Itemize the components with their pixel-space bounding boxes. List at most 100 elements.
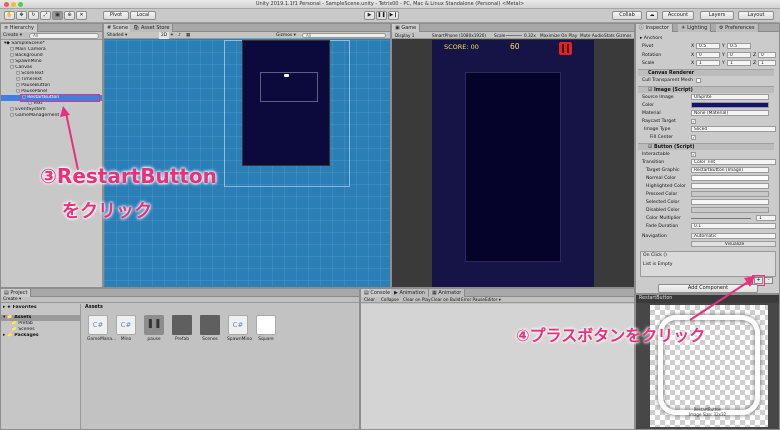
disabled-color-swatch[interactable] [691,207,769,213]
visualize-button[interactable]: Visualize [691,241,776,247]
fade-duration-field[interactable]: 0.1 [691,223,776,229]
transform-tool-icon[interactable]: ⊕ [64,11,75,20]
hierarchy-search-input[interactable]: All [29,33,99,39]
maximize-on-play-toggle[interactable]: Maximize On Play [540,32,577,39]
source-image-field[interactable]: UISprite [691,94,769,100]
tab-console[interactable]: ▤ Console [361,289,395,297]
favorites-folder[interactable]: ▸ ★ Favorites [1,305,80,311]
local-toggle[interactable]: Local [130,11,156,20]
scene-search-input[interactable]: All [302,33,386,38]
shaded-dropdown[interactable]: Shaded ▾ [107,32,127,39]
normal-color-swatch[interactable] [691,175,769,181]
pivot-y-field[interactable]: 0.5 [727,43,751,49]
tab-asset-store[interactable]: 🛍 Asset Store [130,24,174,32]
highlighted-color-swatch[interactable] [691,183,769,189]
layers-button[interactable]: Layers [700,11,734,20]
asset-item[interactable]: C# SpawnMino [227,315,252,342]
pause-button[interactable]: ❚❚ [376,11,387,20]
asset-item[interactable]: Square [255,315,277,342]
rotation-x-field[interactable]: 0 [696,52,720,58]
scale-tool-icon[interactable]: ⤢ [40,11,51,20]
custom-tool-icon[interactable]: ✕ [76,11,87,20]
move-tool-icon[interactable]: ✥ [16,11,27,20]
error-pause-toggle[interactable]: Error Pause [461,297,485,303]
button-component-header[interactable]: ☑ Button (Script) [638,143,774,150]
cloud-icon[interactable]: ☁ [646,11,658,20]
scene-lighting-icon[interactable]: ☀ [170,32,174,39]
asset-item[interactable]: Prefab [171,315,193,342]
rect-tool-icon[interactable]: ▣ [52,11,63,20]
hierarchy-create-button[interactable]: Create ▾ [3,33,22,38]
scene-gizmos-dropdown[interactable]: Gizmos ▾ [276,32,296,39]
stats-toggle[interactable]: Stats [604,32,615,39]
tab-game[interactable]: ▣ Game [392,24,421,32]
hand-tool-icon[interactable]: ✋ [4,11,15,20]
material-field[interactable]: None (Material) [691,110,769,116]
tab-hierarchy[interactable]: ≡ Hierarchy [1,24,38,32]
add-component-button[interactable]: Add Component [658,284,758,293]
game-gizmos-toggle[interactable]: Gizmos [616,32,631,39]
close-window-button[interactable] [4,2,9,7]
image-type-dropdown[interactable]: Sliced [691,126,776,132]
mute-audio-toggle[interactable]: Mute Audio [580,32,604,39]
display-dropdown[interactable]: Display 1 [395,32,414,39]
tab-preferences[interactable]: ⚙ Preferences [716,24,759,32]
rotate-tool-icon[interactable]: ↻ [28,11,39,20]
scene-audio-icon[interactable]: ♪ [178,32,181,39]
color-multiplier-slider[interactable] [691,218,751,219]
rotation-z-field[interactable]: 0 [758,52,776,58]
2d-toggle[interactable]: 2D [159,32,170,39]
editor-dropdown[interactable]: Editor ▾ [485,297,501,303]
resolution-dropdown[interactable]: SmartPhone (1080x1920) [432,32,486,39]
scene-effects-icon[interactable]: ▦ [186,32,190,39]
collapse-toggle[interactable]: Collapse [381,297,399,303]
console-clear-button[interactable]: Clear [364,297,375,303]
image-component-header[interactable]: ☑ Image (Script) [638,86,774,93]
step-button[interactable]: ▶❙ [388,11,399,20]
tab-project[interactable]: ▤ Project [1,289,32,297]
tab-lighting[interactable]: ☀ Lighting [678,24,712,32]
tab-inspector[interactable]: ⓘ Inspector [636,24,673,32]
account-button[interactable]: Account [662,11,694,20]
play-button[interactable]: ▶ [364,11,375,20]
asset-item[interactable]: ❚❚ pause [143,315,165,342]
game-panel: ▣ Game Display 1 SmartPhone (1080x1920) … [391,23,635,288]
target-graphic-field[interactable]: RestartButton (Image) [691,167,769,173]
tab-scene[interactable]: # Scene [104,24,133,32]
zoom-window-button[interactable] [18,2,23,7]
asset-item[interactable]: C# Mino [115,315,137,342]
scale-slider[interactable] [506,35,522,36]
collab-button[interactable]: Collab [612,11,642,20]
pivot-x-field[interactable]: 0.5 [696,43,720,49]
hierarchy-item[interactable]: ◻ GameManagement [1,113,102,119]
fill-center-checkbox[interactable]: ✓ [691,135,696,140]
raycast-target-checkbox[interactable]: ✓ [691,119,696,124]
anchors-foldout[interactable]: ▸ Anchors [640,36,662,41]
transition-dropdown[interactable]: Color Tint [691,159,776,165]
color-swatch[interactable] [691,102,769,108]
pause-game-button[interactable] [559,42,572,55]
project-create-button[interactable]: Create ▾ [3,297,21,303]
scale-x-field[interactable]: 1 [696,60,720,66]
tab-animation[interactable]: ▶ Animation [391,289,429,297]
cull-mesh-checkbox[interactable] [696,78,701,83]
layout-button[interactable]: Layout [738,11,774,20]
pressed-color-swatch[interactable] [691,191,769,197]
canvas-renderer-header[interactable]: Canvas Renderer [638,69,774,76]
tab-animator[interactable]: ▦ Animator [429,289,466,297]
navigation-dropdown[interactable]: Automatic [691,233,776,239]
clear-on-build-toggle[interactable]: Clear on Build [431,297,460,303]
rotation-y-field[interactable]: 0 [727,52,751,58]
interactable-checkbox[interactable]: ✓ [691,152,696,157]
minimize-window-button[interactable] [11,2,16,7]
scale-z-field[interactable]: 1 [758,60,776,66]
packages-folder[interactable]: ▸ 📁 Packages [1,333,80,339]
color-multiplier-field[interactable]: 1 [756,215,776,221]
asset-item[interactable]: Scenes [199,315,221,342]
pivot-toggle[interactable]: Pivot [103,11,129,20]
remove-event-minus-button[interactable]: - [764,277,773,284]
selected-color-swatch[interactable] [691,199,769,205]
clear-on-play-toggle[interactable]: Clear on Play [403,297,431,303]
asset-item[interactable]: C# GameMana... [87,315,116,342]
scale-y-field[interactable]: 1 [727,60,751,66]
